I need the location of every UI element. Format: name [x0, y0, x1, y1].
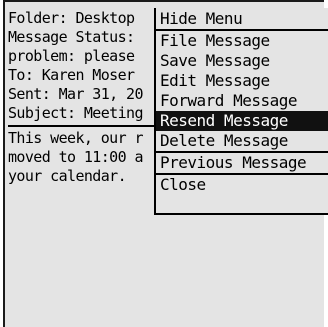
header-status: Message Status:	[8, 28, 135, 46]
header-divider	[8, 125, 158, 127]
menu-item-previous-message[interactable]: Previous Message	[156, 153, 328, 173]
message-body-line: moved to 11:00 a	[8, 148, 144, 166]
message-body-line: This week, our r	[8, 129, 144, 147]
menu-item-resend-message[interactable]: Resend Message	[156, 111, 328, 131]
menu-item-hide-menu[interactable]: Hide Menu	[156, 8, 328, 29]
menu-item-forward-message[interactable]: Forward Message	[156, 91, 328, 111]
screen-frame-left	[3, 0, 5, 327]
menu-item-delete-message[interactable]: Delete Message	[156, 131, 328, 151]
header-status-detail: problem: please	[8, 47, 135, 65]
menu-item-save-message[interactable]: Save Message	[156, 51, 328, 71]
header-sent: Sent: Mar 31, 20	[8, 85, 144, 103]
menu-item-edit-message[interactable]: Edit Message	[156, 71, 328, 91]
menu-item-file-message[interactable]: File Message	[156, 31, 328, 51]
screen-frame-top	[3, 0, 324, 2]
message-body-line: your calendar.	[8, 167, 127, 185]
context-menu: Hide Menu File Message Save Message Edit…	[154, 8, 328, 215]
header-to: To: Karen Moser	[8, 66, 135, 84]
message-view: Folder: Desktop Message Status: problem:…	[8, 9, 158, 186]
header-folder: Folder: Desktop	[8, 9, 135, 27]
menu-item-close[interactable]: Close	[156, 175, 328, 195]
header-subject: Subject: Meeting	[8, 104, 144, 122]
